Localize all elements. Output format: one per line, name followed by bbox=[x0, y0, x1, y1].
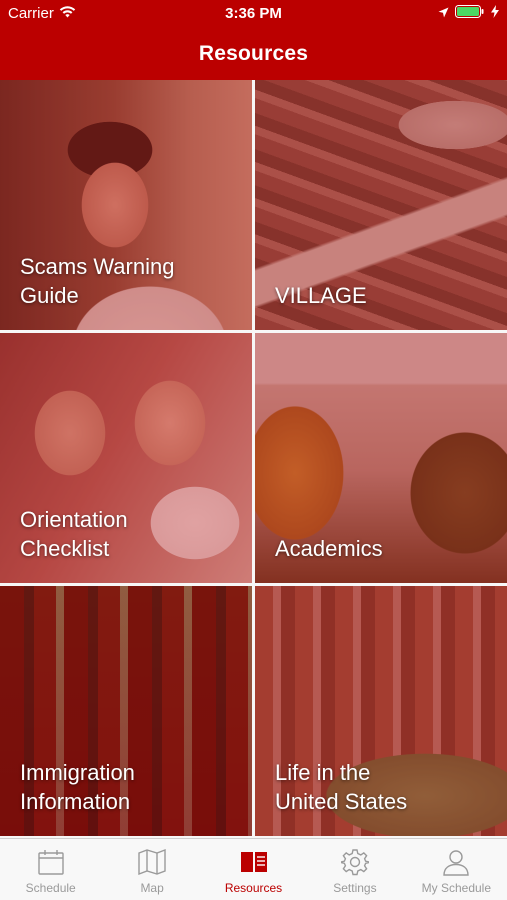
battery-icon bbox=[455, 5, 485, 22]
tile-label-line: Guide bbox=[20, 283, 79, 308]
tile-label: Orientation Checklist bbox=[20, 505, 240, 563]
tile-immigration-information[interactable]: Immigration Information bbox=[0, 586, 252, 836]
tile-academics[interactable]: Academics bbox=[255, 333, 507, 583]
gear-icon bbox=[340, 848, 370, 876]
tab-schedule[interactable]: Schedule bbox=[0, 839, 101, 900]
tile-orientation-checklist[interactable]: Orientation Checklist bbox=[0, 333, 252, 583]
tile-label: Life in the United States bbox=[275, 758, 495, 816]
tile-label-line: Immigration bbox=[20, 760, 135, 785]
calendar-icon bbox=[36, 848, 66, 876]
tile-label-line: Life in the bbox=[275, 760, 371, 785]
tile-label: VILLAGE bbox=[275, 281, 495, 310]
map-icon bbox=[137, 848, 167, 876]
tab-settings[interactable]: Settings bbox=[304, 839, 405, 900]
tab-label: Schedule bbox=[25, 881, 76, 895]
tab-label: Map bbox=[140, 881, 164, 895]
resources-grid: Scams Warning Guide VILLAGE Orientation … bbox=[0, 80, 507, 838]
tab-resources[interactable]: Resources bbox=[203, 839, 304, 900]
status-bar: Carrier 3:36 PM bbox=[0, 0, 507, 28]
page-title: Resources bbox=[198, 42, 309, 65]
tile-label: Immigration Information bbox=[20, 758, 240, 816]
book-icon bbox=[239, 848, 269, 876]
tab-label: Resources bbox=[224, 881, 283, 895]
tile-label-line: United States bbox=[275, 789, 408, 814]
tile-label-line: Orientation bbox=[20, 507, 128, 532]
tile-label: Academics bbox=[275, 534, 495, 563]
tab-bar: Schedule Map Resources Settings My Sched… bbox=[0, 838, 507, 900]
tile-label-line: Academics bbox=[275, 536, 383, 561]
tab-my-schedule[interactable]: My Schedule bbox=[406, 839, 507, 900]
status-right bbox=[438, 5, 499, 22]
tab-label: My Schedule bbox=[421, 881, 492, 895]
location-arrow-icon bbox=[438, 5, 449, 22]
tile-label-line: Checklist bbox=[20, 536, 110, 561]
tile-label-line: Scams Warning bbox=[20, 254, 175, 279]
charging-bolt-icon bbox=[491, 5, 499, 22]
tab-map[interactable]: Map bbox=[101, 839, 202, 900]
tile-label-line: VILLAGE bbox=[275, 283, 367, 308]
nav-bar: Resources bbox=[0, 28, 507, 80]
tile-village[interactable]: VILLAGE bbox=[255, 80, 507, 330]
tab-label: Settings bbox=[333, 881, 377, 895]
tile-life-in-the-united-states[interactable]: Life in the United States bbox=[255, 586, 507, 836]
tile-label: Scams Warning Guide bbox=[20, 252, 240, 310]
status-time: 3:36 PM bbox=[225, 5, 282, 22]
tile-label-line: Information bbox=[20, 789, 131, 814]
person-icon bbox=[441, 848, 471, 876]
tile-scams-warning-guide[interactable]: Scams Warning Guide bbox=[0, 80, 252, 330]
